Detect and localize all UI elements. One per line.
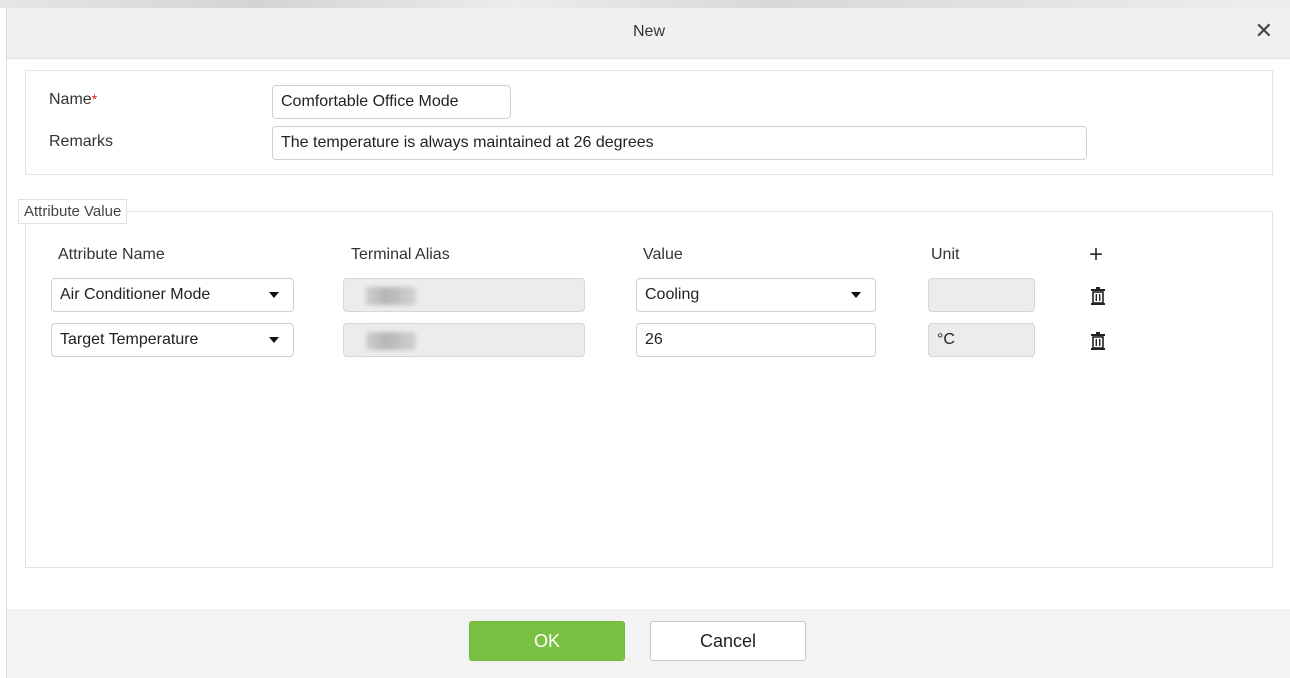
header-unit: Unit <box>931 246 960 263</box>
basic-info-section: Name* Comfortable Office Mode Remarks Th… <box>25 70 1273 175</box>
dialog-footer: OK Cancel <box>7 609 1290 678</box>
delete-row-icon[interactable] <box>1091 287 1105 305</box>
blurred-alias <box>366 332 416 350</box>
new-dialog: New ✕ Name* Comfortable Office Mode Rema… <box>6 8 1290 678</box>
header-attribute-name: Attribute Name <box>58 246 165 263</box>
ok-button[interactable]: OK <box>469 621 625 661</box>
value-input[interactable]: 26 <box>636 323 876 357</box>
required-marker: * <box>91 91 98 107</box>
unit-field: °C <box>928 323 1035 357</box>
attribute-name-selected: Air Conditioner Mode <box>60 286 211 303</box>
blurred-alias <box>366 287 416 305</box>
background-strip <box>0 0 1290 8</box>
attribute-value-legend: Attribute Value <box>18 199 128 224</box>
attribute-name-select[interactable]: Target Temperature <box>51 323 294 357</box>
terminal-alias-field <box>343 278 585 312</box>
chevron-down-icon <box>269 292 279 298</box>
terminal-alias-field <box>343 323 585 357</box>
close-icon[interactable]: ✕ <box>1255 18 1273 44</box>
name-label-text: Name <box>49 91 92 108</box>
name-label: Name* <box>49 91 97 109</box>
attribute-name-selected: Target Temperature <box>60 331 199 348</box>
delete-row-icon[interactable] <box>1091 332 1105 350</box>
dialog-titlebar: New ✕ <box>7 8 1290 59</box>
header-value: Value <box>643 246 683 263</box>
attribute-value-fieldset: Attribute Name Terminal Alias Value Unit… <box>25 211 1273 568</box>
dialog-title: New <box>632 23 665 40</box>
value-selected: Cooling <box>645 286 700 303</box>
remarks-label: Remarks <box>49 133 114 150</box>
dialog-body: Name* Comfortable Office Mode Remarks Th… <box>7 59 1290 609</box>
cancel-button[interactable]: Cancel <box>650 621 806 661</box>
value-select[interactable]: Cooling <box>636 278 876 312</box>
add-attribute-icon[interactable]: + <box>1089 243 1103 267</box>
chevron-down-icon <box>851 292 861 298</box>
unit-field <box>928 278 1035 312</box>
header-terminal-alias: Terminal Alias <box>351 246 450 263</box>
remarks-input[interactable]: The temperature is always maintained at … <box>272 126 1087 160</box>
attribute-name-select[interactable]: Air Conditioner Mode <box>51 278 294 312</box>
name-input[interactable]: Comfortable Office Mode <box>272 85 511 119</box>
chevron-down-icon <box>269 337 279 343</box>
